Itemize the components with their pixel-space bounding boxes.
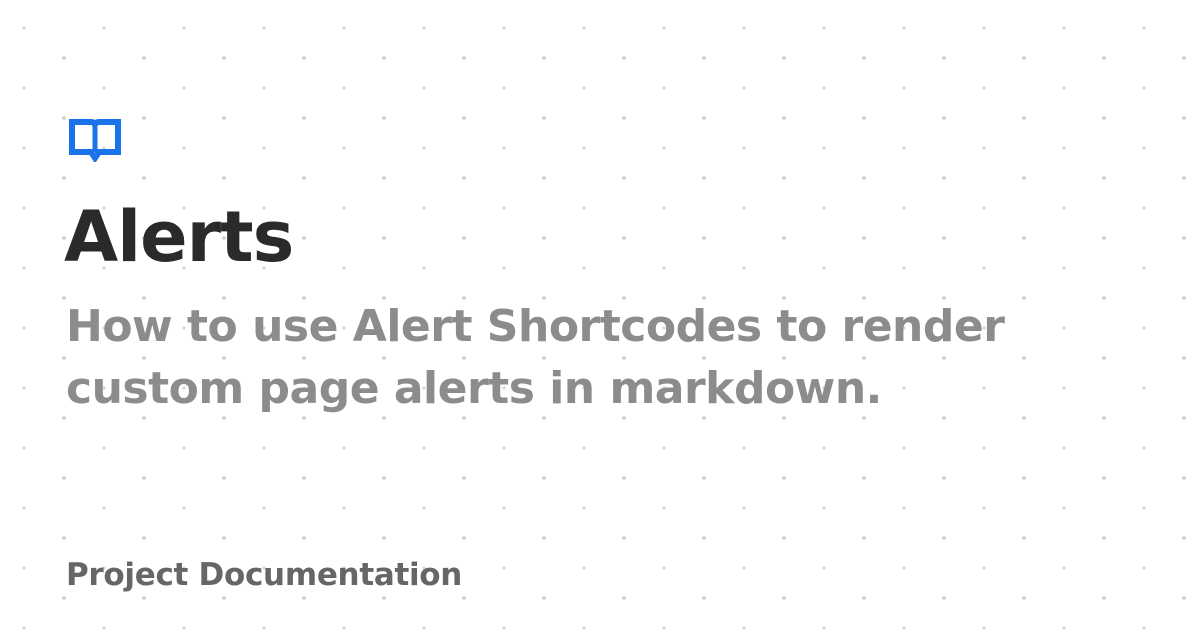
site-name: Project Documentation (66, 557, 463, 593)
social-card: Alerts How to use Alert Shortcodes to re… (0, 0, 1200, 630)
page-description: How to use Alert Shortcodes to render cu… (66, 301, 1005, 414)
page-title: Alerts (64, 196, 294, 278)
open-book-icon (69, 119, 121, 162)
